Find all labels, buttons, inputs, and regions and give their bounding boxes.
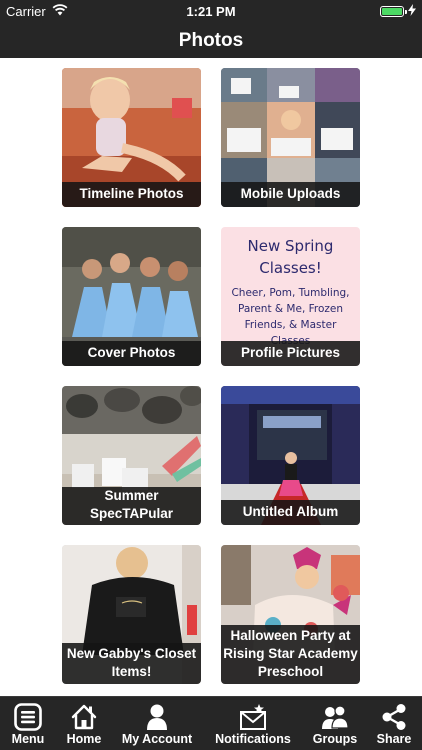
nav-bar: Photos [0,22,422,58]
album-title: Summer SpecTAPular [62,487,201,525]
album-tile-summer-spectapular[interactable]: Summer SpecTAPular [62,386,201,525]
tab-label: Notifications [215,732,291,746]
home-icon [71,704,97,730]
battery-icon [380,6,407,17]
charging-bolt-icon [408,4,416,16]
album-grid: Timeline Photos Mobile Uploads Cover Pho… [0,58,422,696]
tab-label: Menu [11,732,45,746]
tab-notifications[interactable]: Notifications [204,697,302,750]
menu-icon [14,703,42,731]
album-title: Profile Pictures [221,341,360,366]
album-tile-mobile-uploads[interactable]: Mobile Uploads [221,68,360,207]
envelope-star-icon [240,704,266,730]
tab-bar: Menu Home My Account Notifications Group… [0,696,422,750]
album-title: New Gabby's Closet Items! [62,643,201,684]
user-icon [147,704,167,730]
promo-subtitle: Cheer, Pom, Tumbling, Parent & Me, Froze… [231,287,350,347]
album-tile-timeline-photos[interactable]: Timeline Photos [62,68,201,207]
album-tile-gabbys-closet[interactable]: New Gabby's Closet Items! [62,545,201,684]
album-title: Mobile Uploads [221,182,360,207]
album-title: Timeline Photos [62,182,201,207]
album-thumbnail: New Spring Classes! Cheer, Pom, Tumbling… [221,227,360,347]
status-bar: Carrier 1:21 PM [0,0,422,22]
album-tile-untitled-album[interactable]: Untitled Album [221,386,360,525]
album-tile-cover-photos[interactable]: Cover Photos [62,227,201,366]
album-title: Halloween Party at Rising Star Academy P… [221,625,360,684]
promo-title: New Spring Classes! [247,237,334,277]
battery-level [382,8,402,15]
album-title: Cover Photos [62,341,201,366]
album-tile-halloween-party[interactable]: Halloween Party at Rising Star Academy P… [221,545,360,684]
tab-share[interactable]: Share [366,697,422,750]
tab-groups[interactable]: Groups [304,697,366,750]
tab-label: Home [66,732,102,746]
tab-label: My Account [121,732,193,746]
album-tile-profile-pictures[interactable]: New Spring Classes! Cheer, Pom, Tumbling… [221,227,360,366]
album-title: Untitled Album [221,500,360,525]
share-icon [382,704,406,730]
tab-my-account[interactable]: My Account [112,697,202,750]
tab-label: Groups [312,732,358,746]
tab-home[interactable]: Home [56,697,112,750]
tab-label: Share [376,732,412,746]
group-icon [322,705,349,729]
clock: 1:21 PM [186,4,236,19]
page-title: Photos [178,30,244,51]
tab-menu[interactable]: Menu [0,697,56,750]
